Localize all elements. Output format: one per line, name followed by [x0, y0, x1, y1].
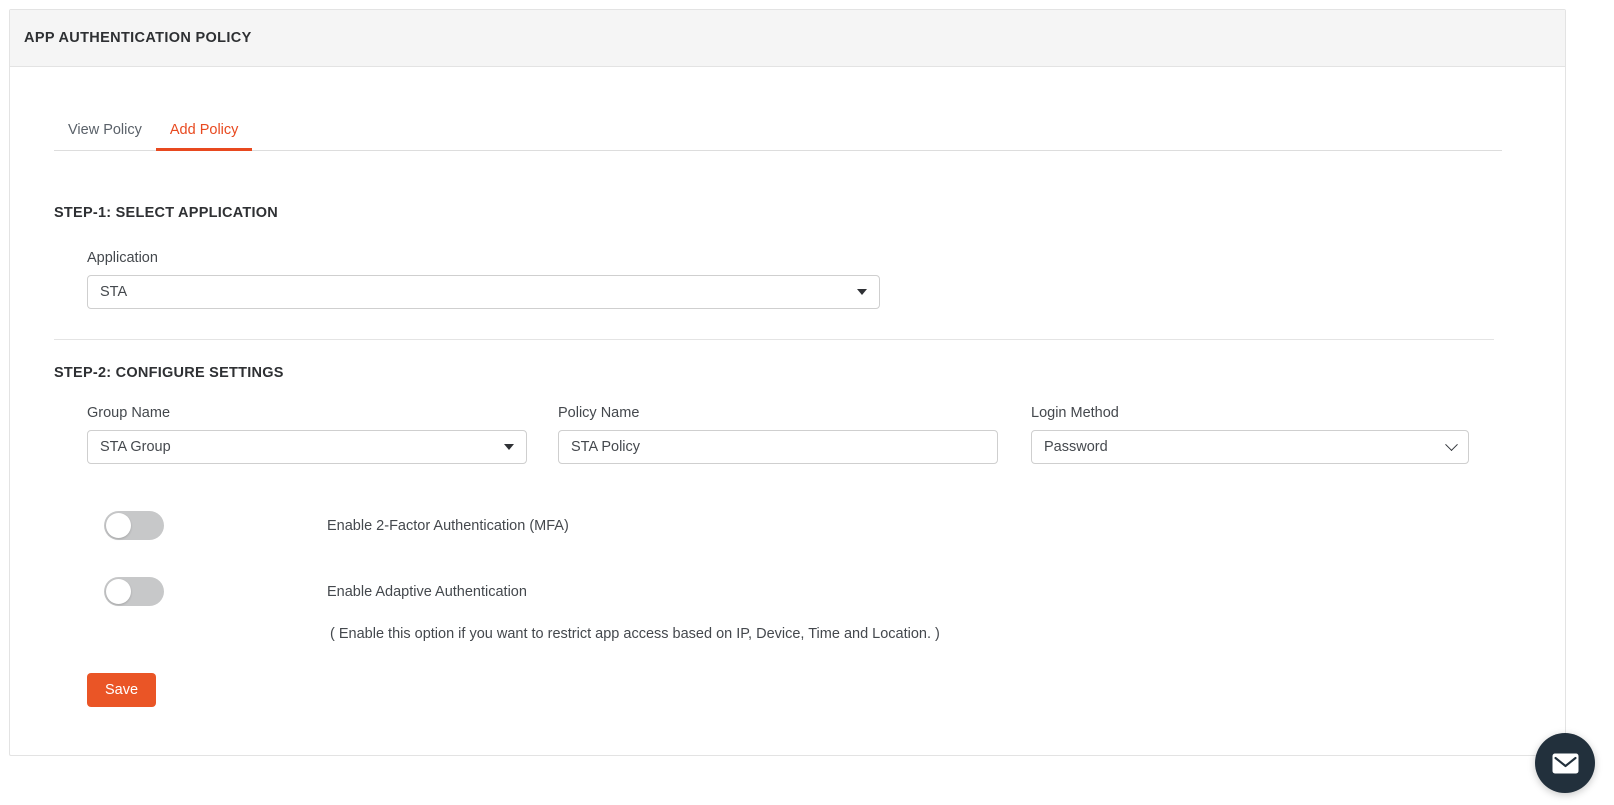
- policy-card: APP AUTHENTICATION POLICY View Policy Ad…: [9, 9, 1566, 756]
- app-authentication-policy-page: APP AUTHENTICATION POLICY View Policy Ad…: [0, 0, 1614, 805]
- caret-down-icon: [857, 289, 867, 295]
- group-name-selected-value: STA Group: [100, 439, 171, 455]
- policy-name-field: Policy Name STA Policy: [558, 405, 998, 464]
- section-divider: [54, 339, 1494, 340]
- mfa-toggle[interactable]: [104, 511, 164, 540]
- policy-name-input-wrap[interactable]: STA Policy: [558, 430, 998, 464]
- login-method-select[interactable]: Password: [1031, 430, 1469, 464]
- card-body: View Policy Add Policy STEP-1: SELECT AP…: [10, 112, 1565, 707]
- adaptive-toggle-row: Enable Adaptive Authentication: [104, 577, 1565, 606]
- application-label: Application: [87, 250, 158, 266]
- adaptive-auth-hint: ( Enable this option if you want to rest…: [330, 626, 940, 642]
- card-header: APP AUTHENTICATION POLICY: [10, 10, 1565, 67]
- policy-name-input[interactable]: STA Policy: [571, 439, 985, 455]
- caret-down-icon: [504, 444, 514, 450]
- login-method-label: Login Method: [1031, 405, 1119, 421]
- group-name-label: Group Name: [87, 405, 171, 421]
- login-method-field: Login Method Password: [1031, 405, 1469, 464]
- chevron-down-icon: [1445, 437, 1458, 451]
- mfa-toggle-label: Enable 2-Factor Authentication (MFA): [327, 517, 569, 534]
- adaptive-toggle-knob: [106, 579, 131, 604]
- policy-tabs: View Policy Add Policy: [54, 112, 1502, 151]
- application-selected-value: STA: [100, 284, 128, 300]
- envelope-icon: [1552, 753, 1578, 773]
- page-title: APP AUTHENTICATION POLICY: [24, 30, 252, 46]
- tab-view-policy[interactable]: View Policy: [54, 122, 156, 152]
- save-button[interactable]: Save: [87, 673, 157, 707]
- tab-add-policy[interactable]: Add Policy: [155, 122, 253, 151]
- login-method-selected-value: Password: [1044, 439, 1108, 455]
- mfa-toggle-row: Enable 2-Factor Authentication (MFA): [104, 511, 1565, 540]
- application-field: Application STA: [87, 250, 880, 309]
- group-name-select[interactable]: STA Group: [87, 430, 527, 464]
- policy-name-label: Policy Name: [558, 405, 640, 421]
- chat-launcher-button[interactable]: [1535, 733, 1595, 793]
- group-name-field: Group Name STA Group: [87, 405, 527, 464]
- step2-heading: STEP-2: CONFIGURE SETTINGS: [54, 365, 284, 381]
- mfa-toggle-knob: [106, 513, 131, 538]
- step1-heading: STEP-1: SELECT APPLICATION: [54, 205, 279, 221]
- application-select[interactable]: STA: [87, 275, 880, 309]
- settings-fields-row: Group Name STA Group Policy Name STA Pol…: [87, 405, 1492, 464]
- adaptive-toggle-label: Enable Adaptive Authentication: [327, 583, 527, 600]
- adaptive-toggle[interactable]: [104, 577, 164, 606]
